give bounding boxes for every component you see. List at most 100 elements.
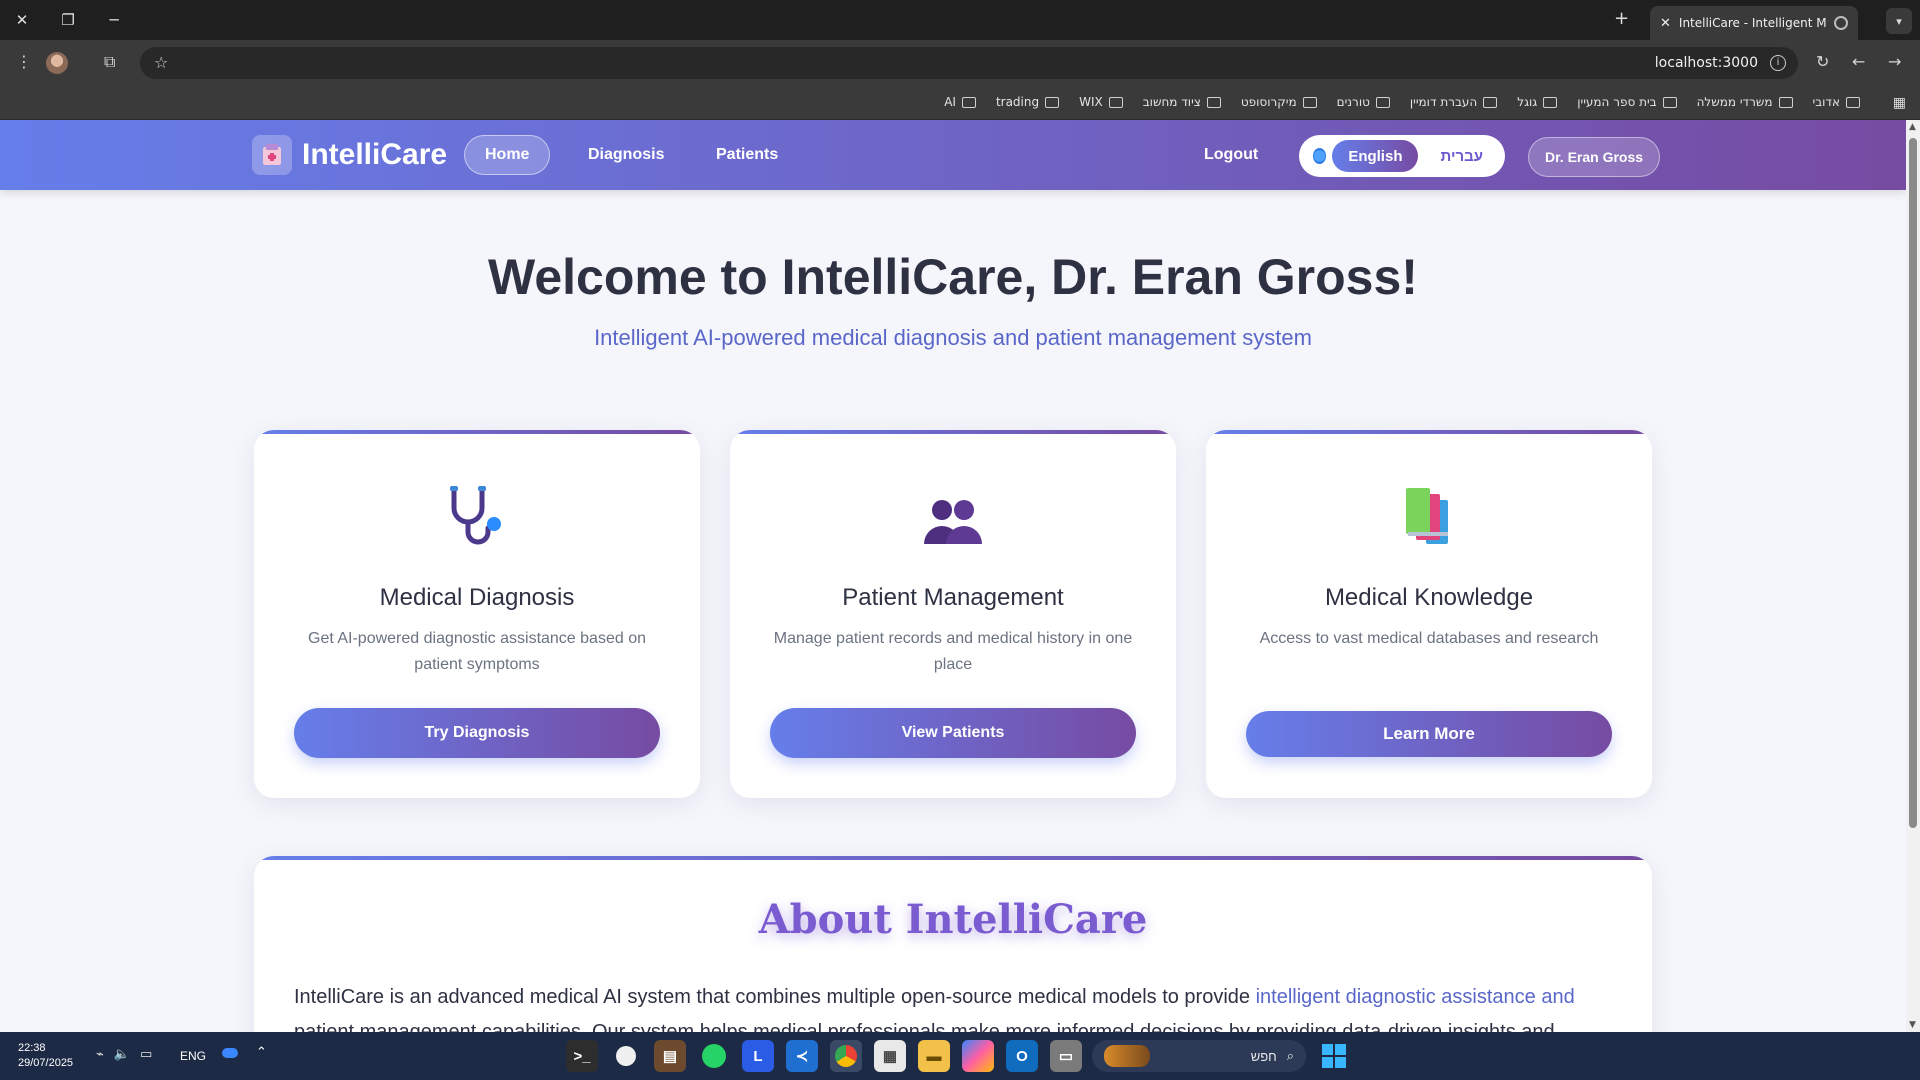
chevron-up-icon[interactable]: ⌃: [256, 1045, 267, 1060]
taskbar-search[interactable]: ⌕ חפש: [1092, 1040, 1306, 1072]
whatsapp-icon[interactable]: [698, 1040, 730, 1072]
try-diagnosis-button[interactable]: Try Diagnosis: [294, 708, 660, 758]
bookmark-label: טורנים: [1336, 95, 1370, 109]
os-taskbar: 22:38 29/07/2025 ⌁ 🔈 ▭ ENG ⌃ >_ ▤ L ≺ ▦ …: [0, 1032, 1920, 1080]
site-header: IntelliCare Home Diagnosis Patients Logo…: [0, 120, 1906, 190]
bookmark-item[interactable]: מיקרוסופט: [1241, 95, 1317, 109]
folder-icon: [1206, 96, 1221, 108]
reload-icon[interactable]: ↻: [1816, 52, 1829, 71]
store-icon[interactable]: ▦: [874, 1040, 906, 1072]
close-tab-icon[interactable]: ✕: [1660, 16, 1671, 31]
bookmark-label: AI: [944, 95, 956, 109]
nav-patients[interactable]: Patients: [696, 135, 798, 175]
photos-icon[interactable]: ▤: [654, 1040, 686, 1072]
folder-icon: [1375, 96, 1390, 108]
new-tab-icon[interactable]: +: [1614, 8, 1629, 29]
folder-icon: [1778, 96, 1793, 108]
restore-window-icon[interactable]: ❐: [54, 8, 82, 32]
bookmark-item[interactable]: בית ספר המעיין: [1577, 95, 1677, 109]
language-switch: English עברית: [1299, 135, 1505, 177]
search-highlight-image: [1104, 1045, 1150, 1067]
vscode-icon[interactable]: ≺: [786, 1040, 818, 1072]
bookmark-item[interactable]: אדובי: [1813, 95, 1860, 109]
card-title: Medical Diagnosis: [379, 584, 575, 611]
user-profile-button[interactable]: Dr. Eran Gross: [1528, 137, 1661, 177]
page-scrollbar[interactable]: ▲ ▼: [1906, 120, 1920, 1032]
bookmark-label: גוגל: [1517, 95, 1538, 109]
scroll-down-icon[interactable]: ▼: [1909, 1020, 1916, 1030]
volume-icon[interactable]: 🔈: [114, 1047, 130, 1062]
bookmark-label: trading: [995, 95, 1040, 109]
app-circle-icon[interactable]: [610, 1040, 642, 1072]
display-icon[interactable]: ▭: [140, 1047, 152, 1062]
star-icon[interactable]: ☆: [154, 53, 168, 72]
bookmark-item[interactable]: טורנים: [1337, 95, 1390, 109]
bookmark-item[interactable]: משרדי ממשלה: [1697, 95, 1793, 109]
card-title: Patient Management: [842, 584, 1064, 611]
onedrive-icon[interactable]: [222, 1048, 238, 1058]
about-section: About IntelliCare IntelliCare is an adva…: [254, 856, 1652, 1032]
app-l-icon[interactable]: L: [742, 1040, 774, 1072]
app-window-icon[interactable]: ▭: [1050, 1040, 1082, 1072]
bookmark-item[interactable]: WIX: [1079, 95, 1123, 109]
windows-start-icon[interactable]: [1322, 1044, 1346, 1068]
card-medical-knowledge: Medical Knowledge Access to vast medical…: [1206, 430, 1652, 798]
card-description: Manage patient records and medical histo…: [773, 630, 1133, 673]
bookmark-label: בית ספר המעיין: [1577, 95, 1657, 109]
taskbar-apps: >_ ▤ L ≺ ▦ ▬ O ▭: [566, 1040, 1082, 1072]
address-bar[interactable]: ☆ localhost:3000 i: [140, 47, 1798, 79]
hospital-logo-icon: [252, 135, 292, 175]
about-text-highlight: intelligent diagnostic assistance and: [1255, 986, 1575, 1008]
folder-icon: [961, 96, 976, 108]
nav-diagnosis[interactable]: Diagnosis: [568, 135, 684, 175]
lang-english-button[interactable]: English: [1332, 140, 1419, 172]
search-placeholder: חפש: [1250, 1048, 1277, 1064]
search-icon: ⌕: [1286, 1048, 1294, 1063]
chevron-down-icon[interactable]: ▾: [1886, 8, 1912, 34]
forward-icon[interactable]: →: [1888, 52, 1901, 71]
clock[interactable]: 22:38 29/07/2025: [18, 1041, 73, 1071]
profile-avatar[interactable]: [46, 52, 68, 74]
browser-tab[interactable]: ✕ IntelliCare - Intelligent Medical: [1650, 6, 1858, 40]
bookmark-label: מיקרוסופט: [1240, 95, 1297, 109]
back-icon[interactable]: ←: [1852, 52, 1865, 71]
card-title: Medical Knowledge: [1324, 584, 1534, 611]
bookmark-item[interactable]: גוגל: [1517, 95, 1558, 109]
view-patients-button[interactable]: View Patients: [770, 708, 1136, 758]
apps-grid-icon[interactable]: ▦: [1893, 95, 1906, 111]
logout-button[interactable]: Logout: [1184, 135, 1278, 175]
tab-title: IntelliCare - Intelligent Medical: [1678, 16, 1826, 30]
nav-home[interactable]: Home: [464, 135, 551, 175]
extensions-icon[interactable]: ⧉: [104, 52, 115, 72]
bookmark-item[interactable]: ציוד מחשוב: [1143, 95, 1221, 109]
chrome-icon[interactable]: [830, 1040, 862, 1072]
bookmark-item[interactable]: AI: [944, 95, 976, 109]
learn-more-button[interactable]: Learn More: [1246, 711, 1612, 757]
site-info-icon[interactable]: i: [1770, 55, 1786, 71]
network-icon[interactable]: ⌁: [96, 1047, 104, 1062]
bookmark-item[interactable]: trading: [995, 95, 1060, 109]
folder-icon: [1846, 96, 1860, 108]
terminal-icon[interactable]: >_: [566, 1040, 598, 1072]
folder-icon[interactable]: ▬: [918, 1040, 950, 1072]
copilot-icon[interactable]: [962, 1040, 994, 1072]
input-language[interactable]: ENG: [180, 1049, 206, 1063]
stethoscope-icon: [442, 482, 512, 552]
bookmark-label: אדובי: [1812, 95, 1840, 109]
scroll-up-icon[interactable]: ▲: [1909, 122, 1916, 132]
bookmark-label: משרדי ממשלה: [1696, 95, 1773, 109]
lang-hebrew-button[interactable]: עברית: [1424, 140, 1499, 172]
outlook-icon[interactable]: O: [1006, 1040, 1038, 1072]
bookmark-item[interactable]: העברת דומיין: [1410, 95, 1498, 109]
close-window-icon[interactable]: ✕: [8, 8, 36, 32]
clock-date: 29/07/2025: [18, 1057, 74, 1069]
scrollbar-thumb[interactable]: [1909, 138, 1917, 828]
card-medical-diagnosis: Medical Diagnosis Get AI-powered diagnos…: [254, 430, 700, 798]
menu-dots-icon[interactable]: ⋮: [16, 52, 32, 71]
brand[interactable]: IntelliCare: [252, 135, 447, 175]
about-title: About IntelliCare: [758, 896, 1148, 943]
folder-icon: [1108, 96, 1123, 108]
minimize-window-icon[interactable]: ─: [100, 8, 128, 32]
bookmark-label: ציוד מחשוב: [1142, 95, 1201, 109]
card-description: Access to vast medical databases and res…: [1259, 630, 1599, 647]
